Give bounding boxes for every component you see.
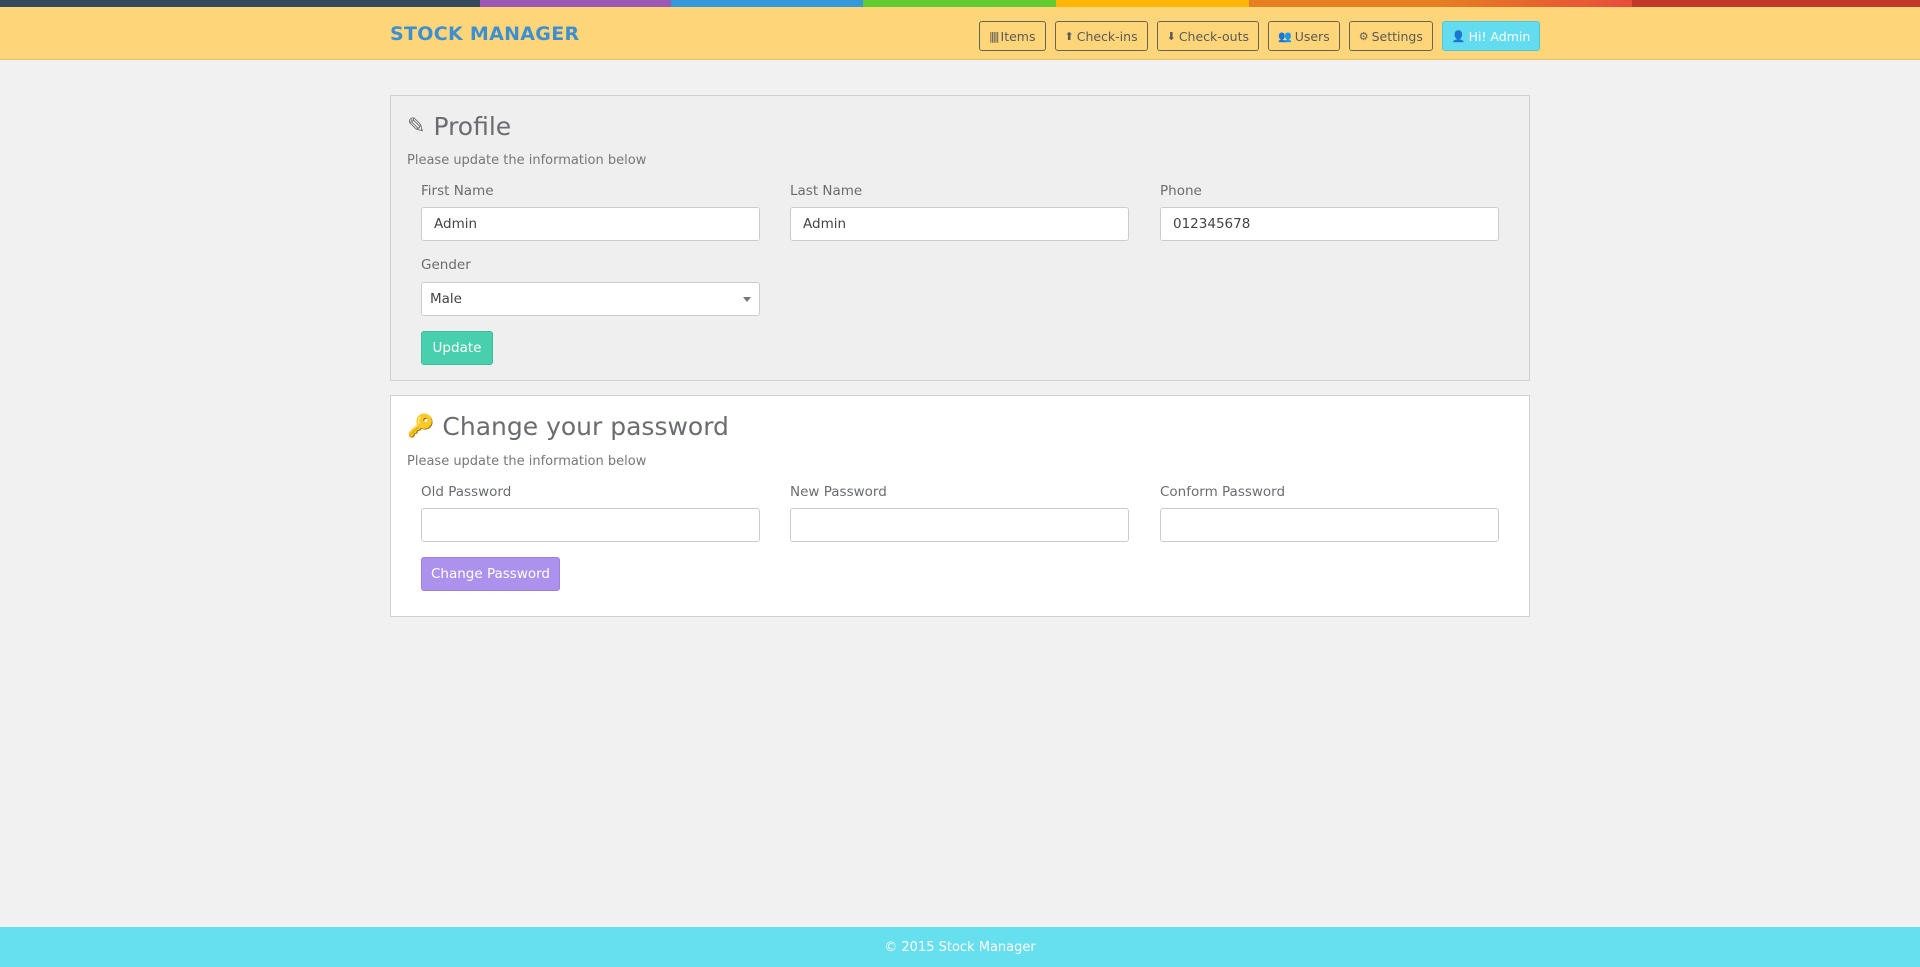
nav-label: Check-ins [1076,28,1138,44]
arrow-circle-up-icon: ⬆ [1064,29,1074,43]
gender-select[interactable]: Male [421,282,760,316]
confirm-password-label: Conform Password [1160,484,1286,500]
gender-value: Male [430,291,462,307]
last-name-input[interactable]: Admin [790,207,1129,241]
profile-subtitle: Please update the information below [407,153,647,168]
brand-logo[interactable]: STOCK MANAGER [390,23,579,45]
new-password-label: New Password [790,484,887,500]
users-icon: 👥 [1278,29,1292,43]
cogs-icon: ⚙ [1358,29,1369,43]
top-navbar: STOCK MANAGER ||||| Items ⬆ Check-ins ⬇ Che… [0,7,1920,60]
old-password-label: Old Password [421,484,512,500]
last-name-label: Last Name [790,183,863,199]
first-name-input[interactable]: Admin [421,207,760,241]
profile-title: Profile [433,112,512,141]
password-title: Change your password [442,412,729,441]
old-password-input[interactable] [421,508,760,542]
change-password-button[interactable]: Change Password [421,557,560,591]
new-password-input[interactable] [790,508,1129,542]
password-subtitle: Please update the information below [407,454,647,469]
nav-label: Check-outs [1178,28,1249,44]
edit-icon: ✎ [407,114,426,139]
phone-input[interactable]: 012345678 [1160,207,1499,241]
change-password-panel: 🔑 Change your password Please update the … [390,395,1530,617]
color-stripe [0,0,1920,7]
caret-down-icon [743,297,751,302]
password-heading: 🔑 Change your password [407,412,729,441]
profile-heading: ✎ Profile [407,112,511,141]
nav-users-button[interactable]: 👥 Users [1268,21,1340,51]
footer: © 2015 Stock Manager [0,927,1920,967]
gender-label: Gender [421,257,471,273]
profile-panel: ✎ Profile Please update the information b… [390,95,1530,381]
barcode-icon: ||||| [989,29,999,43]
nav-check-outs-button[interactable]: ⬇ Check-outs [1156,21,1259,51]
phone-label: Phone [1160,183,1202,199]
nav-label: Users [1294,28,1330,44]
nav-label: Items [1000,28,1036,44]
user-icon: 👤 [1451,29,1466,43]
nav-label: Hi! Admin [1468,28,1531,44]
nav-label: Settings [1371,28,1423,44]
nav-user-menu-button[interactable]: 👤 Hi! Admin [1441,21,1541,51]
update-button[interactable]: Update [421,331,493,365]
key-icon: 🔑 [407,414,435,439]
nav-settings-button[interactable]: ⚙ Settings [1348,21,1433,51]
first-name-label: First Name [421,183,494,199]
nav-items-button[interactable]: ||||| Items [979,21,1046,51]
confirm-password-input[interactable] [1160,508,1499,542]
footer-copyright: © 2015 Stock Manager [884,939,1036,955]
nav-menu: ||||| Items ⬆ Check-ins ⬇ Check-outs 👥 Users… [979,21,1541,51]
arrow-circle-down-icon: ⬇ [1166,29,1176,43]
nav-check-ins-button[interactable]: ⬆ Check-ins [1054,21,1148,51]
